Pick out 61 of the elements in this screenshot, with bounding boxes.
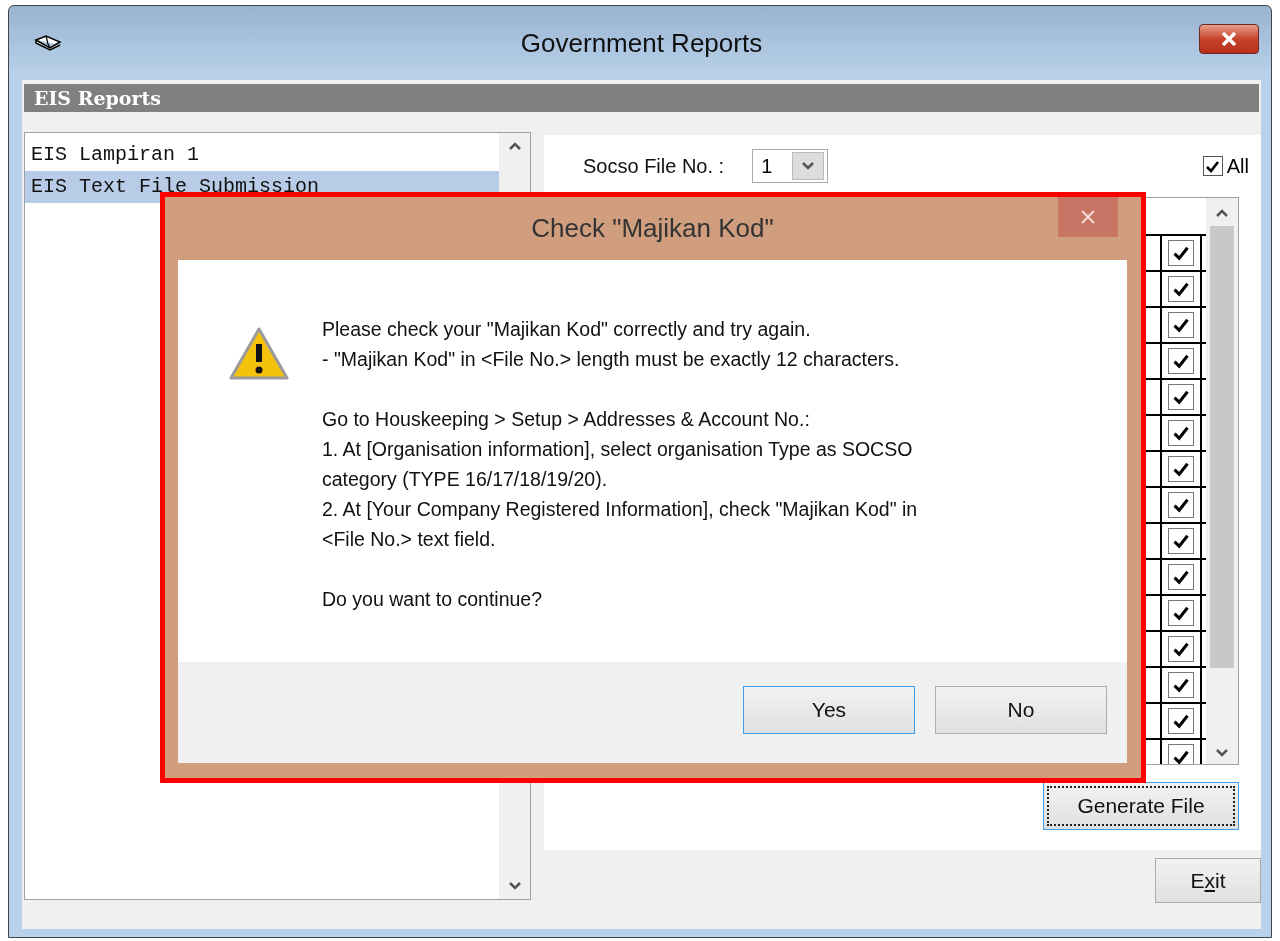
message-text: category (TYPE 16/17/18/19/20). bbox=[322, 467, 609, 492]
warning-icon bbox=[228, 326, 290, 382]
message-text: Please check your "Majikan Kod" correctly and try again. bbox=[322, 317, 812, 342]
caret-icon bbox=[801, 161, 816, 171]
checkmark-icon bbox=[1171, 532, 1191, 550]
dialog-title: Check "Majikan Kod" bbox=[531, 213, 774, 244]
checkmark-icon bbox=[1171, 388, 1191, 406]
checkmark-icon bbox=[1171, 244, 1191, 262]
checkmark-icon bbox=[1171, 424, 1191, 442]
scroll-down-icon[interactable] bbox=[1215, 748, 1229, 758]
all-label: All bbox=[1226, 154, 1249, 178]
row-checkbox[interactable] bbox=[1168, 528, 1194, 554]
checkmark-icon bbox=[1171, 316, 1191, 334]
checkmark-icon bbox=[1171, 640, 1191, 658]
socso-file-label: Socso File No. : bbox=[583, 154, 725, 178]
exit-button[interactable]: Exit bbox=[1155, 858, 1261, 903]
row-checkbox[interactable] bbox=[1168, 456, 1194, 482]
checkmark-icon bbox=[1171, 676, 1191, 694]
close-button[interactable] bbox=[1199, 24, 1259, 54]
row-checkbox[interactable] bbox=[1168, 708, 1194, 734]
scroll-up-icon[interactable] bbox=[507, 141, 522, 151]
row-checkbox[interactable] bbox=[1168, 492, 1194, 518]
scroll-up-icon[interactable] bbox=[1215, 208, 1229, 218]
window-title: Government Reports bbox=[520, 27, 763, 58]
scroll-down-icon[interactable] bbox=[507, 881, 522, 891]
section-header: EIS Reports bbox=[24, 84, 1259, 112]
row-checkbox[interactable] bbox=[1168, 348, 1194, 374]
report-list-item[interactable]: EIS Lampiran 1 bbox=[25, 139, 499, 171]
checkmark-icon bbox=[1171, 280, 1191, 298]
row-checkbox[interactable] bbox=[1168, 384, 1194, 410]
row-checkbox[interactable] bbox=[1168, 312, 1194, 338]
row-checkbox[interactable] bbox=[1168, 672, 1194, 698]
dialog-button[interactable]: Yes bbox=[743, 685, 915, 734]
message-text: <File No.> text field. bbox=[322, 527, 497, 552]
book-icon bbox=[34, 34, 62, 52]
checkmark-icon bbox=[1171, 352, 1191, 370]
message-text: 2. At [Your Company Registered Information], check "Majikan Kod" in bbox=[322, 497, 918, 522]
message-text: - "Majikan Kod" in <File No.> length must be exactly 12 characters. bbox=[322, 347, 901, 372]
all-checkbox[interactable] bbox=[1202, 156, 1223, 176]
row-checkbox[interactable] bbox=[1168, 744, 1194, 764]
checkmark-icon bbox=[1171, 604, 1191, 622]
row-checkbox[interactable] bbox=[1168, 600, 1194, 626]
row-checkbox[interactable] bbox=[1168, 240, 1194, 266]
checkmark-icon bbox=[1171, 496, 1191, 514]
checkmark-icon bbox=[1171, 460, 1191, 478]
generate-file-button[interactable]: Generate File bbox=[1043, 782, 1239, 830]
checkmark-icon bbox=[1171, 748, 1191, 764]
row-checkbox[interactable] bbox=[1168, 276, 1194, 302]
close-icon bbox=[1080, 209, 1096, 225]
message-text: Go to Houskeeping > Setup > Addresses & Account No.: bbox=[322, 407, 811, 432]
row-checkbox[interactable] bbox=[1168, 564, 1194, 590]
message-text: 1. At [Organisation information], select organisation Type as SOCSO bbox=[322, 437, 914, 462]
dialog-button[interactable]: No bbox=[935, 685, 1107, 734]
socso-file-dropdown[interactable]: 1 bbox=[752, 149, 829, 183]
checkmark-icon bbox=[1171, 568, 1191, 586]
checkmark-icon bbox=[1171, 712, 1191, 730]
row-checkbox[interactable] bbox=[1168, 636, 1194, 662]
close-icon bbox=[1220, 31, 1238, 47]
row-checkbox[interactable] bbox=[1168, 420, 1194, 446]
scrollbar-thumb[interactable] bbox=[1210, 226, 1234, 668]
message-text: Do you want to continue? bbox=[322, 587, 544, 612]
